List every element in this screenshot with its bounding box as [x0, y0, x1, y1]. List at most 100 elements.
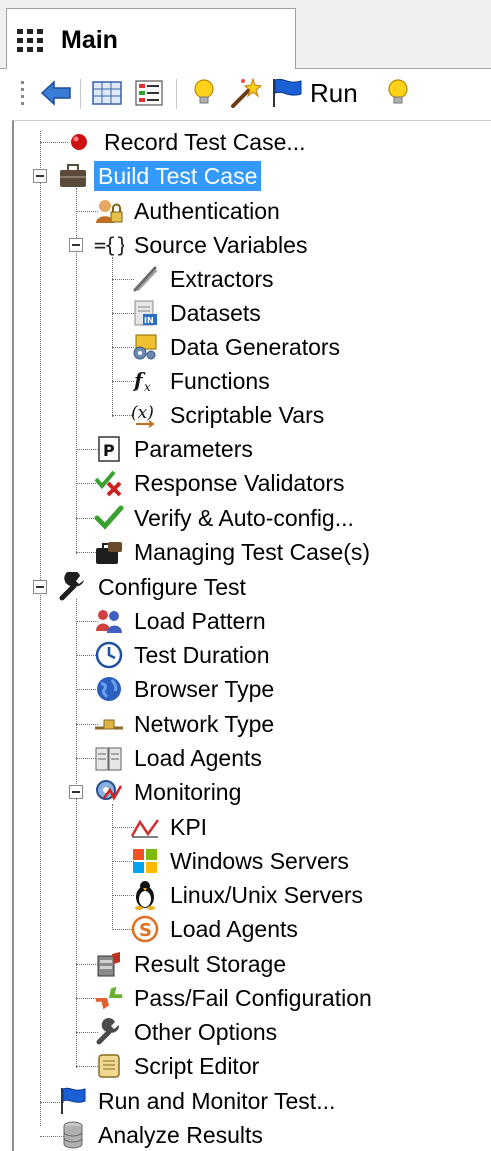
tree-item-kpi[interactable]: KPI [130, 811, 211, 843]
lightbulb-icon [194, 79, 214, 104]
tree-item-load-agents[interactable]: Load Agents [94, 742, 266, 774]
grid-view-button[interactable] [90, 75, 124, 111]
tree-item-scriptable-vars[interactable]: (x) Scriptable Vars [130, 399, 328, 431]
tree-item-functions[interactable]: fx Functions [130, 365, 274, 397]
blue-flag-icon [273, 78, 302, 107]
tab-main[interactable]: Main [6, 8, 296, 69]
servers-icon [94, 743, 124, 773]
run-button[interactable]: Run [270, 75, 370, 111]
tree-item-script-editor[interactable]: Script Editor [94, 1050, 263, 1082]
tab-main-label: Main [61, 26, 118, 54]
svg-text:{}: {} [104, 233, 124, 257]
collapse-toggle[interactable] [33, 580, 47, 594]
load-agent-s-icon: S [130, 914, 160, 944]
tree-item-run-and-monitor-test[interactable]: Run and Monitor Test... [58, 1085, 339, 1117]
list-icon [135, 80, 163, 106]
checkmark-icon [94, 503, 124, 533]
svg-text:P: P [103, 441, 115, 460]
briefcase-stack-icon [94, 537, 124, 567]
tree-item-label: Functions [170, 368, 270, 394]
tree-item-label: Run and Monitor Test... [98, 1088, 336, 1114]
globe-icon [94, 674, 124, 704]
users-group-icon [94, 606, 124, 636]
toolbar-grip-icon [21, 81, 24, 105]
toolbar: Run [0, 69, 491, 119]
tree-item-response-validators[interactable]: Response Validators [94, 467, 349, 499]
navigation-tree: Record Test Case... Build Test Case Auth… [12, 120, 491, 1151]
check-cross-icon [94, 468, 124, 498]
tree-item-label: Record Test Case... [104, 129, 306, 155]
tree-item-label: Load Agents [170, 916, 298, 942]
hint-button[interactable] [382, 75, 414, 111]
tree-item-record-test-case[interactable]: Record Test Case... [64, 126, 310, 158]
function-icon: fx [130, 366, 160, 396]
script-scroll-icon [94, 1051, 124, 1081]
tree-item-label: Verify & Auto-config... [134, 505, 354, 531]
toolbar-separator [80, 79, 84, 109]
svg-text:IN: IN [144, 316, 154, 325]
tree-item-datasets[interactable]: IN Datasets [130, 297, 265, 329]
tree-item-other-options[interactable]: Other Options [94, 1016, 281, 1048]
tree-item-managing-test-cases[interactable]: Managing Test Case(s) [94, 536, 374, 568]
dataset-icon: IN [130, 298, 160, 328]
tree-item-browser-type[interactable]: Browser Type [94, 673, 278, 705]
tree-item-test-duration[interactable]: Test Duration [94, 639, 274, 671]
tree-item-result-storage[interactable]: Result Storage [94, 948, 290, 980]
tree-item-pass-fail-configuration[interactable]: Pass/Fail Configuration [94, 982, 376, 1014]
tree-item-label: Load Agents [134, 745, 262, 771]
tree-item-load-pattern[interactable]: Load Pattern [94, 605, 270, 637]
tree-item-data-generators[interactable]: Data Generators [130, 331, 344, 363]
tree-item-monitor-load-agents[interactable]: S Load Agents [130, 913, 302, 945]
collapse-toggle[interactable] [69, 785, 83, 799]
tree-item-verify-auto-config[interactable]: Verify & Auto-config... [94, 502, 358, 534]
blue-flag-icon [58, 1086, 88, 1116]
tree-item-label: Script Editor [134, 1053, 260, 1079]
tree-item-label: Configure Test [98, 574, 246, 600]
tree-item-label: Load Pattern [134, 608, 266, 634]
linux-penguin-icon [130, 880, 160, 910]
tree-item-label: Data Generators [170, 334, 341, 360]
tree-item-windows-servers[interactable]: Windows Servers [130, 845, 353, 877]
magic-wand-icon [231, 77, 263, 108]
tree-line [40, 131, 41, 1126]
scriptable-variable-icon: (x) [130, 400, 160, 430]
database-icon [58, 1120, 88, 1150]
tab-bar: Main [0, 0, 491, 69]
svg-text:x: x [144, 380, 151, 394]
tree-item-parameters[interactable]: P Parameters [94, 433, 257, 465]
tree-item-monitoring[interactable]: Monitoring [94, 776, 245, 808]
tree-item-linux-unix-servers[interactable]: Linux/Unix Servers [130, 879, 367, 911]
tree-item-label: Pass/Fail Configuration [134, 985, 372, 1011]
tree-item-extractors[interactable]: Extractors [130, 263, 278, 295]
tree-item-authentication[interactable]: Authentication [94, 195, 284, 227]
thumbs-up-down-icon [94, 983, 124, 1013]
tree-item-label: Extractors [170, 266, 274, 292]
data-generator-icon [130, 332, 160, 362]
briefcase-icon [58, 161, 88, 191]
tree-item-configure-test[interactable]: Configure Test [58, 571, 250, 603]
list-view-button[interactable] [132, 75, 166, 111]
tree-item-label: Source Variables [134, 232, 308, 258]
tree-item-network-type[interactable]: Network Type [94, 708, 278, 740]
svg-text:(x): (x) [131, 403, 154, 423]
tree-item-label: Build Test Case [94, 161, 262, 191]
back-arrow-icon [40, 80, 71, 106]
record-icon [64, 127, 94, 157]
tree-item-analyze-results[interactable]: Analyze Results [58, 1119, 267, 1151]
wrench-icon [94, 1017, 124, 1047]
tree-item-label: Browser Type [134, 676, 275, 702]
tree-item-label: Result Storage [134, 951, 287, 977]
back-button[interactable] [38, 75, 74, 111]
collapse-toggle[interactable] [69, 238, 83, 252]
wizard-button[interactable] [228, 75, 264, 111]
collapse-toggle[interactable] [33, 169, 47, 183]
tree-item-label: Monitoring [134, 779, 242, 805]
parameters-icon: P [94, 434, 124, 464]
tree-item-source-variables[interactable]: ={} Source Variables [94, 229, 311, 261]
hint-button[interactable] [188, 75, 220, 111]
tree-item-label: Other Options [134, 1019, 278, 1045]
tree-item-label: Parameters [134, 436, 253, 462]
grid-icon [17, 29, 43, 52]
wrench-icon [58, 572, 88, 602]
tree-item-build-test-case[interactable]: Build Test Case [58, 160, 262, 192]
